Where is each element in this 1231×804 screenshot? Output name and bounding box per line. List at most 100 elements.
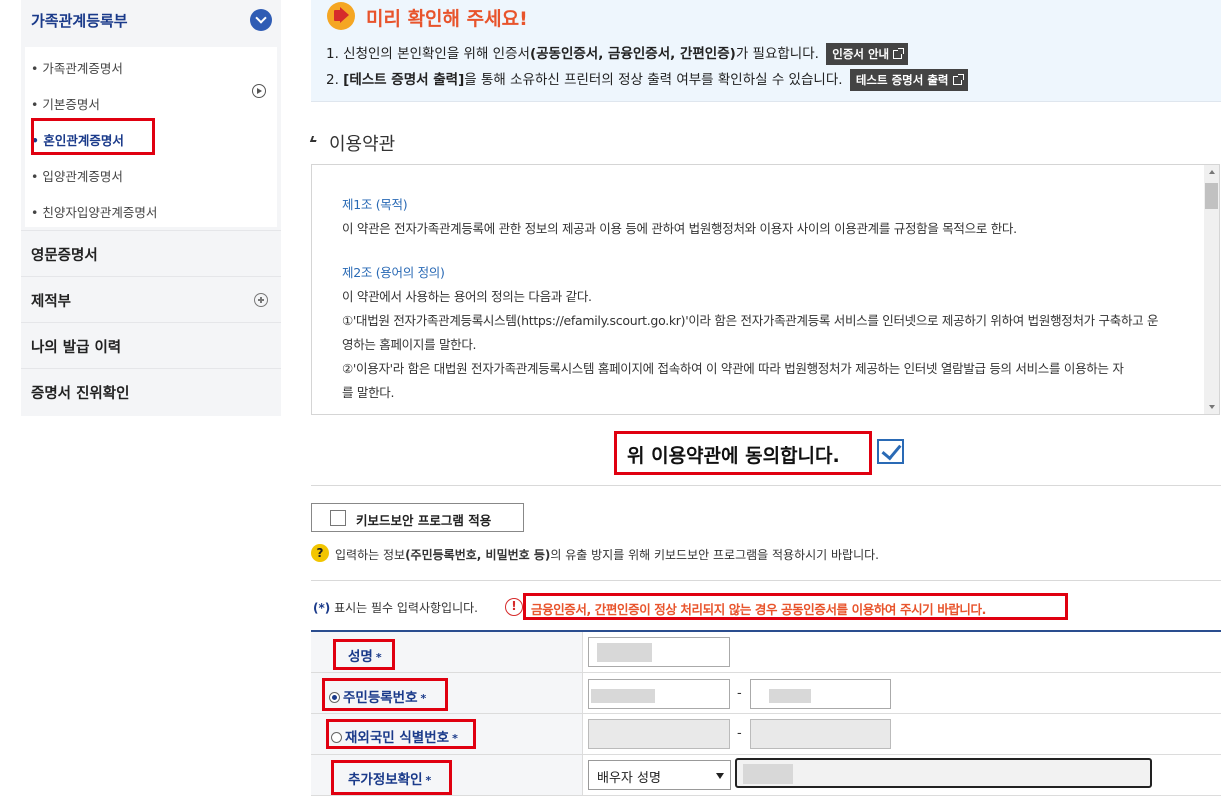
terms-scrollbar[interactable]: [1204, 165, 1219, 414]
keyboard-security-button[interactable]: 키보드보안 프로그램 적용: [311, 503, 524, 532]
terms-section-title: 이용약관: [309, 130, 395, 156]
rrn-label[interactable]: 주민등록번호 *: [329, 686, 426, 706]
sidebar-item-label: 증명서 진위확인: [31, 386, 130, 402]
terms-article-heading: 제1조 (목적): [342, 197, 408, 212]
keyboard-security-label: 키보드보안 프로그램 적용: [356, 513, 492, 528]
rrn-front-input[interactable]: [588, 679, 730, 709]
required-star: *: [425, 774, 432, 787]
help-text: 입력하는 정보: [335, 548, 406, 562]
notice-title: 미리 확인해 주세요!: [366, 8, 528, 30]
divider: [311, 485, 1221, 486]
warning-icon: !: [505, 598, 523, 616]
sidebar-item-label: 영문증명서: [31, 248, 98, 264]
required-star: *: [452, 732, 458, 745]
sidebar-item-family-relation[interactable]: • 가족관계증명서: [31, 58, 123, 77]
label-text: 재외국민 식별번호: [345, 730, 450, 746]
sidebar-item-label: 제적부: [31, 294, 72, 310]
sidebar: 가족관계등록부 • 가족관계증명서 • 기본증명서 • 혼인관계증명서 • 입양…: [21, 0, 281, 416]
extra-info-select-value: 배우자 성명: [597, 771, 661, 786]
chevron-down-icon[interactable]: [250, 9, 272, 31]
notice-text: 1. 신청인의 본인확인을 위해 인증서: [326, 46, 530, 62]
terms-text: 를 말한다.: [342, 385, 395, 400]
chevron-down-icon: [716, 773, 724, 779]
form-row-foreigner: 재외국민 식별번호 * -: [311, 714, 1221, 755]
required-star: *: [375, 651, 382, 664]
redacted-value: [597, 643, 652, 662]
identity-form: 성명 * 주민등록번호 * - 재외국민 식별번호 * - 추가정보확인 * 배우자 성…: [311, 630, 1221, 804]
foreigner-back-input[interactable]: [750, 719, 891, 749]
redacted-value: [591, 689, 655, 703]
sidebar-item-label: 나의 발급 이력: [31, 340, 122, 356]
redacted-value: [743, 764, 793, 784]
extra-info-input[interactable]: [735, 758, 1152, 788]
notice-text: 을 통해 소유하신 프린터의 정상 출력 여부를 확인하실 수 있습니다.: [464, 72, 843, 88]
terms-text: ①'대법원 전자가족관계등록시스템(https://efamily.scourt…: [342, 313, 1159, 328]
name-input[interactable]: [588, 637, 730, 667]
button-label: 인증서 안내: [832, 47, 890, 61]
sidebar-item-full-adoption[interactable]: • 친양자입양관계증명서: [31, 202, 157, 221]
help-text-bold: (주민등록번호, 비밀번호 등): [405, 548, 551, 562]
keyboard-security-checkbox[interactable]: [330, 510, 346, 526]
extra-info-label: 추가정보확인 *: [348, 768, 431, 788]
required-note: (*) 표시는 필수 입력사항입니다.: [313, 599, 478, 616]
warning-box: 금융인증서, 간편인증이 정상 처리되지 않는 경우 공동인증서를 이용하여 주…: [523, 593, 1068, 620]
redacted-value: [769, 689, 811, 703]
form-row-extra: 추가정보확인 * 배우자 성명: [311, 755, 1221, 796]
extra-info-select[interactable]: 배우자 성명: [588, 760, 731, 790]
terms-text: 이 약관에서 사용하는 용어의 정의는 다음과 같다.: [342, 289, 592, 304]
certificate-guide-button[interactable]: 인증서 안내: [826, 43, 909, 65]
rrn-dash: -: [737, 686, 742, 701]
foreigner-radio[interactable]: [331, 732, 342, 743]
divider: [311, 580, 1221, 581]
required-note-text: 표시는 필수 입력사항입니다.: [330, 601, 478, 615]
scroll-down-icon[interactable]: [1209, 405, 1215, 409]
megaphone-icon: [327, 2, 355, 30]
sidebar-item-adoption[interactable]: • 입양관계증명서: [31, 166, 123, 185]
rrn-radio[interactable]: [329, 692, 340, 703]
sidebar-item-english[interactable]: 영문증명서: [21, 230, 281, 276]
terms-text: 영하는 홈페이지를 말한다.: [342, 337, 477, 352]
test-print-button[interactable]: 테스트 증명서 출력: [849, 69, 968, 91]
bullet-tick-icon: [309, 136, 319, 142]
notice-text-bold: [테스트 증명서 출력]: [343, 72, 465, 88]
button-label: 테스트 증명서 출력: [855, 73, 949, 87]
external-link-icon: [893, 48, 905, 59]
agree-checkbox[interactable]: [877, 439, 904, 464]
foreigner-front-input[interactable]: [588, 719, 730, 749]
sidebar-item-basic[interactable]: • 기본증명서: [31, 94, 100, 113]
form-row-rrn: 주민등록번호 * -: [311, 673, 1221, 714]
label-text: 추가정보확인: [348, 772, 423, 788]
terms-content[interactable]: 제1조 (목적) 이 약관은 전자가족관계등록에 관한 정보의 제공과 이용 등…: [311, 164, 1220, 415]
form-row-name: 성명 *: [311, 632, 1221, 673]
notice-text-bold: (공동인증서, 금융인증서, 간편인증): [529, 46, 736, 62]
play-circle-icon: [252, 84, 266, 98]
sidebar-item-verify[interactable]: 증명서 진위확인: [21, 368, 281, 414]
keyboard-help-text: 입력하는 정보(주민등록번호, 비밀번호 등)의 유출 방지를 위해 키보드보안…: [335, 546, 879, 563]
warning-text: 금융인증서, 간편인증이 정상 처리되지 않는 경우 공동인증서를 이용하여 주…: [531, 602, 986, 617]
plus-circle-icon[interactable]: [254, 293, 268, 307]
terms-text: 이 약관은 전자가족관계등록에 관한 정보의 제공과 이용 등에 관하여 법원행…: [342, 221, 1017, 236]
highlight-box: [31, 118, 155, 155]
label-text: 주민등록번호: [343, 690, 418, 706]
sidebar-header[interactable]: 가족관계등록부: [21, 0, 281, 42]
notice-line-2: 2. [테스트 증명서 출력]을 통해 소유하신 프린터의 정상 출력 여부를 …: [326, 68, 968, 91]
label-text: 성명: [348, 649, 373, 665]
notice-text: 2.: [326, 72, 344, 88]
scrollbar-thumb[interactable]: [1205, 183, 1218, 209]
question-icon: ?: [311, 544, 329, 562]
notice-text: 가 필요합니다.: [735, 46, 819, 62]
required-star: *: [420, 692, 427, 705]
terms-text: ②'이용자'라 함은 대법원 전자가족관계등록시스템 홈페이지에 접속하여 이 …: [342, 361, 1124, 376]
notice-panel: 미리 확인해 주세요! 1. 신청인의 본인확인을 위해 인증서(공동인증서, …: [311, 0, 1221, 102]
rrn-back-input[interactable]: [750, 679, 891, 709]
agree-label-box: 위 이용약관에 동의합니다.: [614, 431, 872, 475]
scroll-up-icon[interactable]: [1209, 170, 1215, 174]
sidebar-item-history[interactable]: 나의 발급 이력: [21, 322, 281, 368]
sidebar-header-label: 가족관계등록부: [31, 12, 128, 30]
external-link-icon: [952, 74, 964, 85]
sidebar-item-removed-register[interactable]: 제적부: [21, 276, 281, 322]
foreigner-label[interactable]: 재외국민 식별번호 *: [331, 726, 458, 746]
notice-line-1: 1. 신청인의 본인확인을 위해 인증서(공동인증서, 금융인증서, 간편인증)…: [326, 42, 909, 65]
name-label: 성명 *: [348, 645, 382, 665]
required-star: (*): [313, 601, 331, 615]
